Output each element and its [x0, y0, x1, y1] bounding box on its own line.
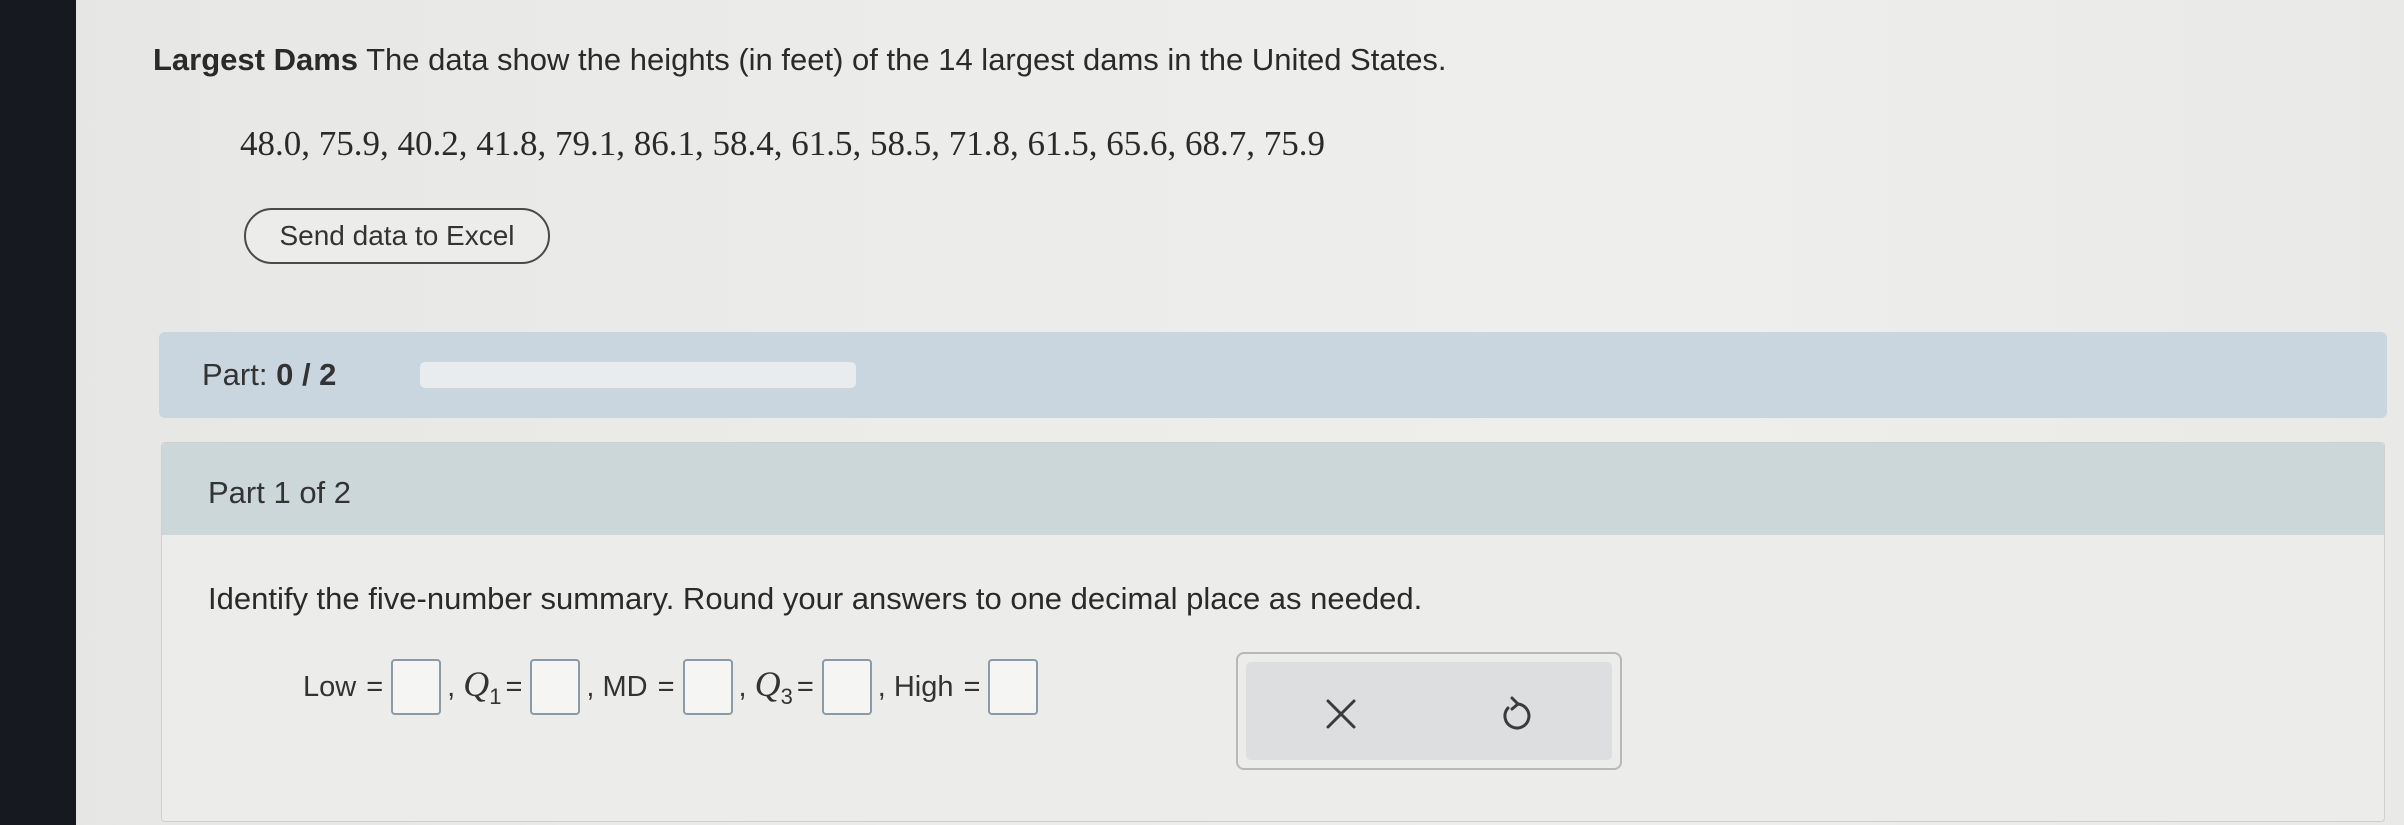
problem-title: Largest Dams: [153, 42, 359, 77]
part-progress-label: Part: 0 / 2: [202, 357, 337, 392]
answer-action-panel: [1246, 662, 1612, 760]
part-progress-value: 0 / 2: [276, 357, 337, 392]
undo-icon: [1503, 696, 1531, 730]
undo-button[interactable]: [1482, 684, 1552, 744]
part-header-label: Part 1 of 2: [208, 475, 352, 510]
question-instruction: Identify the five-number summary. Round …: [208, 581, 1423, 616]
high-input[interactable]: [988, 659, 1039, 715]
low-input[interactable]: [391, 659, 442, 715]
answer-action-box: [1236, 652, 1622, 770]
left-dark-edge: [0, 0, 76, 825]
part-header: Part 1 of 2: [162, 443, 2384, 535]
md-label: MD: [602, 670, 648, 703]
five-number-summary-row: Low = , Q1 = , MD = , Q3 = , High =: [303, 656, 1039, 718]
q3-input[interactable]: [821, 659, 872, 715]
md-input[interactable]: [682, 659, 733, 715]
q3-label: Q3: [754, 664, 793, 710]
q1-input[interactable]: [530, 659, 581, 715]
data-values: 48.0, 75.9, 40.2, 41.8, 79.1, 86.1, 58.4…: [240, 124, 1325, 163]
high-label: High: [893, 670, 954, 703]
low-label: Low: [303, 670, 357, 703]
problem-statement: Largest Dams The data show the heights (…: [153, 42, 1447, 78]
q1-label: Q1: [463, 664, 502, 710]
close-icon: [1326, 699, 1356, 729]
clear-answer-button[interactable]: [1306, 684, 1376, 744]
problem-description: The data show the heights (in feet) of t…: [358, 42, 1447, 77]
part-progress-bar: Part: 0 / 2: [159, 332, 2387, 418]
send-data-to-excel-button[interactable]: Send data to Excel: [244, 208, 550, 264]
progress-track: [420, 362, 856, 388]
